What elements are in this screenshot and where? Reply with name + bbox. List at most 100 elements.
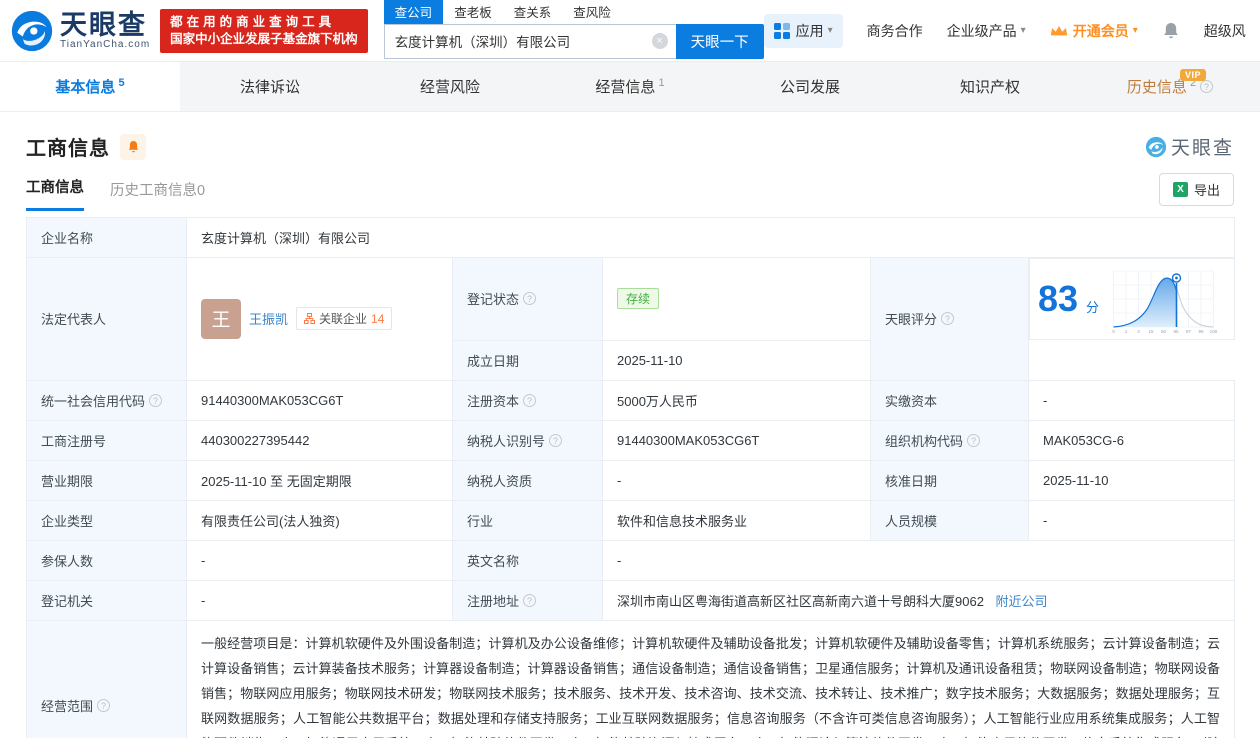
status-badge: 存续: [617, 288, 660, 310]
biz-cooperation-link[interactable]: 商务合作: [867, 21, 923, 41]
svg-text:0: 0: [1112, 329, 1115, 334]
subtab-history-business-info[interactable]: 历史工商信息0: [110, 179, 205, 211]
apps-button[interactable]: 应用 ▾: [763, 13, 843, 48]
watermark-logo-icon: [1145, 136, 1167, 157]
help-icon[interactable]: ?: [523, 393, 537, 407]
reg-capital-label: 注册资本?: [452, 379, 603, 421]
business-info-section: 工商信息 天眼查 工商信息 历史工商信息0 X 导出 企业名称 玄度计算机（深圳…: [0, 112, 1260, 738]
chevron-down-icon: ▾: [1020, 25, 1026, 36]
table-row: 企业名称 玄度计算机（深圳）有限公司: [26, 217, 1236, 258]
table-row: 统一社会信用代码? 91440300MAK053CG6T 注册资本? 5000万…: [26, 379, 1236, 421]
tab-operating-risk[interactable]: 经营风险: [360, 62, 540, 111]
tab-company-development[interactable]: 公司发展: [720, 62, 900, 111]
company-type-value: 有限责任公司(法人独资): [186, 499, 453, 541]
paid-capital-label: 实缴资本: [870, 379, 1029, 421]
apps-grid-icon: [773, 22, 790, 39]
search-tab-risk[interactable]: 查风险: [562, 0, 622, 24]
notification-bell-icon[interactable]: [1162, 21, 1180, 40]
reg-address-value: 深圳市南山区粤海街道高新区社区高新南六道十号朗科大厦9062 附近公司: [601, 579, 1236, 621]
search-tab-company[interactable]: 查公司: [383, 0, 444, 24]
insured-count-value: -: [186, 539, 453, 581]
crown-icon: [1050, 26, 1067, 36]
reg-status-label: 登记状态 ?: [452, 257, 603, 341]
english-name-label: 英文名称: [452, 539, 603, 581]
staff-size-label: 人员规模: [870, 499, 1029, 541]
enterprise-product-link[interactable]: 企业级产品 ▾: [947, 21, 1026, 41]
table-row: 工商注册号 440300227395442 纳税人识别号? 91440300MA…: [26, 419, 1236, 461]
business-scope-value: 一般经营项目是：计算机软硬件及外围设备制造；计算机及办公设备维修；计算机软硬件及…: [185, 619, 1236, 738]
approval-date-label: 核准日期: [870, 459, 1029, 501]
legal-rep-label: 法定代表人: [26, 257, 187, 381]
nearby-companies-link[interactable]: 附近公司: [996, 594, 1048, 609]
tab-operating-info[interactable]: 经营信息 1: [540, 62, 720, 111]
apps-label: 应用: [795, 22, 824, 39]
help-icon[interactable]: ?: [941, 312, 955, 326]
help-icon[interactable]: ?: [967, 433, 981, 447]
svg-text:99: 99: [1199, 329, 1205, 334]
legal-rep-link[interactable]: 王振凯: [249, 309, 288, 328]
tab-intellectual-property[interactable]: 知识产权: [900, 62, 1080, 111]
svg-text:3: 3: [1137, 329, 1140, 334]
excel-icon: X: [1172, 182, 1188, 197]
reg-status-value: 存续: [602, 257, 871, 341]
svg-text:100: 100: [1210, 329, 1218, 334]
export-button[interactable]: X 导出: [1158, 173, 1234, 206]
tab-legal-proceedings[interactable]: 法律诉讼: [180, 62, 360, 111]
english-name-value: -: [601, 539, 1236, 581]
search-tab-relation[interactable]: 查关系: [503, 0, 563, 24]
business-term-value: 2025-11-10 至 无固定期限: [186, 459, 453, 501]
search-input[interactable]: [383, 23, 676, 59]
svg-text:15: 15: [1149, 329, 1155, 334]
company-type-label: 企业类型: [26, 499, 187, 541]
reg-number-value: 440300227395442: [186, 419, 453, 461]
watermark-logo: 天眼查: [1145, 133, 1234, 160]
slogan-line-2: 国家中小企业发展子基金旗下机构: [170, 31, 358, 46]
search-tab-boss[interactable]: 查老板: [443, 0, 503, 24]
clear-icon[interactable]: ×: [651, 32, 668, 49]
subtab-business-info[interactable]: 工商信息: [26, 176, 84, 211]
svg-text:97: 97: [1186, 329, 1192, 334]
tab-basic-info[interactable]: 基本信息 5: [0, 62, 180, 111]
page-title: 工商信息: [26, 138, 110, 160]
company-name-label: 企业名称: [26, 217, 187, 258]
chevron-down-icon: ▾: [827, 25, 833, 36]
search-tabs: 查公司 查老板 查关系 查风险: [383, 0, 764, 24]
establish-date-label: 成立日期: [452, 339, 603, 381]
score-cell: 83 分 0 1 3 15 50 85 97 99 100: [1029, 258, 1235, 340]
subscribe-bell-icon[interactable]: [120, 133, 146, 160]
insured-count-label: 参保人数: [26, 539, 187, 581]
reg-capital-value: 5000万人民币: [602, 379, 871, 421]
help-icon[interactable]: ?: [523, 292, 537, 306]
vip-upgrade-link[interactable]: 开通会员 ▾: [1050, 21, 1138, 41]
tab-history-info[interactable]: VIP 历史信息 2 ?: [1080, 62, 1260, 111]
search-button[interactable]: 天眼一下: [675, 23, 764, 59]
avatar[interactable]: 王: [201, 298, 241, 339]
score-label: 天眼评分 ?: [870, 257, 1029, 381]
org-code-value: MAK053CG-6: [1027, 419, 1236, 461]
help-icon[interactable]: ?: [149, 393, 163, 407]
vip-badge: VIP: [1179, 69, 1206, 81]
credit-code-label: 统一社会信用代码?: [26, 379, 187, 421]
help-icon[interactable]: ?: [549, 433, 563, 447]
score-unit: 分: [1086, 299, 1100, 315]
super-risk-link[interactable]: 超级风... ▾: [1204, 21, 1246, 41]
brand-name: 天眼查: [60, 10, 147, 40]
help-icon[interactable]: ?: [523, 593, 537, 607]
taxpayer-id-value: 91440300MAK053CG6T: [602, 419, 871, 461]
svg-text:85: 85: [1174, 329, 1180, 334]
company-nav-tabs: 基本信息 5 法律诉讼 经营风险 经营信息 1 公司发展 知识产权 VIP 历史信息…: [0, 62, 1260, 112]
approval-date-value: 2025-11-10: [1027, 459, 1236, 501]
business-term-label: 营业期限: [26, 459, 187, 501]
brand-domain: TianYanCha.com: [60, 39, 151, 50]
related-companies-badge[interactable]: 关联企业 14: [296, 307, 393, 331]
staff-size-value: -: [1027, 499, 1236, 541]
org-chart-icon: [304, 313, 316, 325]
svg-text:1: 1: [1125, 329, 1128, 334]
brand-logo[interactable]: 天眼查 TianYanCha.com: [10, 9, 150, 53]
brand-slogan: 都在用的商业查询工具 国家中小企业发展子基金旗下机构: [160, 8, 368, 53]
help-icon[interactable]: ?: [97, 699, 111, 712]
registry-authority-label: 登记机关: [26, 579, 187, 621]
industry-label: 行业: [452, 499, 603, 541]
table-row: 参保人数 - 英文名称 -: [26, 539, 1236, 581]
help-icon[interactable]: ?: [1200, 80, 1214, 93]
